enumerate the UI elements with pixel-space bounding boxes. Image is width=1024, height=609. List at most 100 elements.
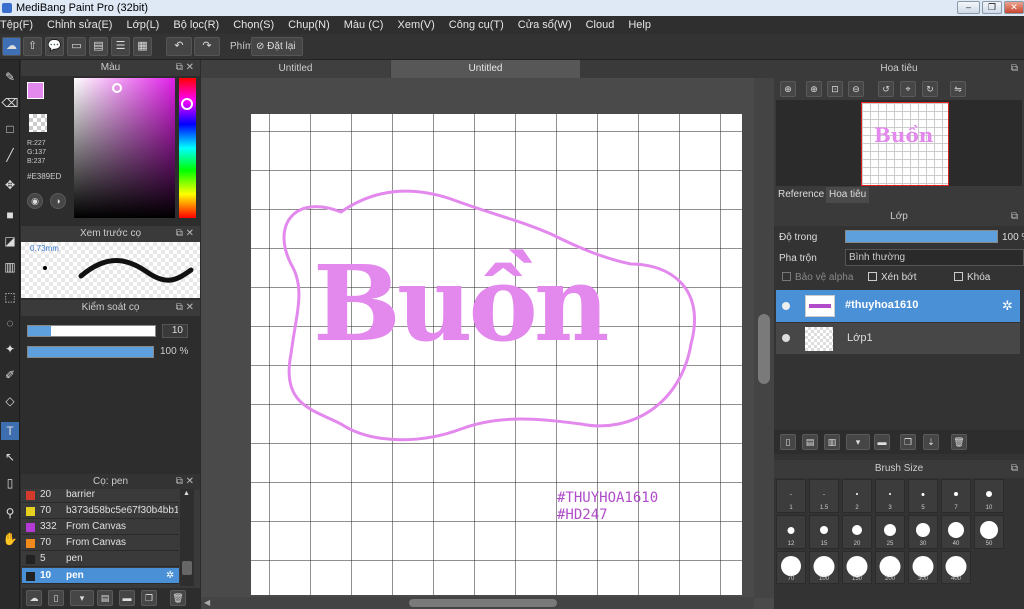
hue-cursor[interactable] xyxy=(181,98,193,110)
select-rect-icon[interactable]: ⬚ xyxy=(1,288,19,306)
undo-icon[interactable]: ↶ xyxy=(166,37,192,56)
pen-tool-icon[interactable]: ✎ xyxy=(1,68,19,86)
fill-rect-icon[interactable]: ■ xyxy=(1,206,19,224)
trash-icon[interactable]: 🗑 xyxy=(951,434,967,450)
zoom-icon[interactable]: ⊕ xyxy=(806,81,822,97)
canvas-vscrollbar[interactable] xyxy=(754,78,774,598)
cloud-icon[interactable]: ☁ xyxy=(2,37,21,56)
brush-size-cell[interactable]: 200 xyxy=(875,551,905,584)
brush-size-cell[interactable]: 1 xyxy=(776,479,806,513)
bucket-tool-icon[interactable]: ◪ xyxy=(1,232,19,250)
eyedropper-icon[interactable]: ⚲ xyxy=(1,504,19,522)
visibility-icon[interactable] xyxy=(782,334,790,342)
brush-size-cell[interactable]: 1.5 xyxy=(809,479,839,513)
operation-tool-icon[interactable]: ↖ xyxy=(1,448,19,466)
reset-button[interactable]: ⊘ Đặt lại xyxy=(251,37,303,56)
protect-alpha-checkbox[interactable] xyxy=(782,272,791,281)
select-pen-icon[interactable]: ✐ xyxy=(1,366,19,384)
duplicate-layer-icon[interactable]: ❐ xyxy=(900,434,916,450)
rotate-left-icon[interactable]: ↺ xyxy=(878,81,894,97)
primary-color-swatch[interactable] xyxy=(27,82,44,99)
brush-size-cell[interactable]: 2 xyxy=(842,479,872,513)
menu-cloud[interactable]: Cloud xyxy=(579,16,622,34)
color-picker-icon[interactable]: ◑ xyxy=(50,193,66,209)
brush-item[interactable]: 70 b373d58bc5e67f30b4bb1 xyxy=(22,503,179,519)
select-eraser-icon[interactable]: ◇ xyxy=(1,392,19,410)
cloud-brush-icon[interactable]: ☁ xyxy=(26,590,42,606)
rect-tool-icon[interactable]: □ xyxy=(1,120,19,138)
brush-item[interactable]: 332 From Canvas xyxy=(22,519,179,535)
brush-size-cell[interactable]: 40 xyxy=(941,515,971,549)
brush-size-cell[interactable]: 15 xyxy=(809,515,839,549)
navigator-thumbnail[interactable]: Buồn xyxy=(861,102,949,186)
duplicate-icon[interactable]: ❐ xyxy=(141,590,157,606)
gear-icon[interactable]: ✲ xyxy=(1002,298,1013,314)
vscroll-thumb[interactable] xyxy=(758,314,770,384)
menu-color[interactable]: Màu (C) xyxy=(337,16,391,34)
menu-filter[interactable]: Bộ lọc(R) xyxy=(166,16,226,34)
brush-size-cell[interactable]: 12 xyxy=(776,515,806,549)
comment-icon[interactable]: 💬 xyxy=(45,37,64,56)
scroll-thumb[interactable] xyxy=(182,561,192,575)
brush-item[interactable]: 70 From Canvas xyxy=(22,535,179,551)
brush-opacity-slider[interactable] xyxy=(27,346,154,358)
new-layer-icon[interactable]: ▯ xyxy=(780,434,796,450)
brush-size-cell[interactable]: 400 xyxy=(941,551,971,584)
close-button[interactable]: ✕ xyxy=(1004,1,1024,14)
brush-size-cell[interactable]: 25 xyxy=(875,515,905,549)
brush-size-cell[interactable]: 10 xyxy=(974,479,1004,513)
blend-mode-select[interactable]: Bình thường xyxy=(845,249,1024,266)
new-halftone-layer-icon[interactable]: ▤ xyxy=(802,434,818,450)
brush-size-cell[interactable]: 100 xyxy=(809,551,839,584)
doc-tab-2[interactable]: Untitled xyxy=(391,60,580,78)
list-icon[interactable]: ☰ xyxy=(111,37,130,56)
text-tool-icon[interactable]: T xyxy=(1,422,19,440)
hue-slider[interactable] xyxy=(179,78,196,218)
menu-edit[interactable]: Chỉnh sửa(E) xyxy=(40,16,119,34)
brush-size-cell[interactable]: 50 xyxy=(974,515,1004,549)
scroll-left-icon[interactable]: ◀ xyxy=(204,598,210,607)
clipping-checkbox[interactable] xyxy=(868,272,877,281)
new-text-layer-icon[interactable]: ▥ xyxy=(824,434,840,450)
gradient-tool-icon[interactable]: ▥ xyxy=(1,258,19,276)
brush-size-cell[interactable]: 30 xyxy=(908,515,938,549)
add-layer-menu-icon[interactable]: ▾ xyxy=(846,434,870,450)
saturation-value-picker[interactable] xyxy=(74,78,175,218)
brush-item[interactable]: 5 pen xyxy=(22,551,179,567)
layer-row-selected[interactable]: #thuyhoa1610 ✲ xyxy=(776,290,1020,322)
menu-view[interactable]: Xem(V) xyxy=(390,16,441,34)
menu-capture[interactable]: Chụp(N) xyxy=(281,16,337,34)
rotate-right-icon[interactable]: ↻ xyxy=(922,81,938,97)
lasso-icon[interactable]: ◌ xyxy=(1,314,19,332)
panel-controls-icon[interactable]: ⧉ ✕ xyxy=(176,60,194,76)
transparent-color-swatch[interactable] xyxy=(29,114,47,132)
reset-view-icon[interactable]: ⌖ xyxy=(900,81,916,97)
folder-icon[interactable]: ▬ xyxy=(874,434,890,450)
menu-layer[interactable]: Lớp(L) xyxy=(119,16,166,34)
panel-controls-icon[interactable]: ⧉ xyxy=(1011,208,1018,226)
minimize-button[interactable]: – xyxy=(957,1,980,14)
brush-size-cell[interactable]: 70 xyxy=(776,551,806,584)
zoom-in-icon[interactable]: ⊕ xyxy=(780,81,796,97)
menu-select[interactable]: Chọn(S) xyxy=(226,16,281,34)
brush-size-cell[interactable]: 300 xyxy=(908,551,938,584)
hand-tool-icon[interactable]: ✋ xyxy=(1,530,19,548)
palette-icon[interactable]: ◉ xyxy=(27,193,43,209)
panel-controls-icon[interactable]: ⧉ ✕ xyxy=(176,226,194,242)
panel-controls-icon[interactable]: ⧉ ✕ xyxy=(176,474,194,490)
doc-tab-1[interactable]: Untitled xyxy=(201,60,390,78)
menu-tools[interactable]: Công cụ(T) xyxy=(442,16,511,34)
eraser-tool-icon[interactable]: ⌫ xyxy=(1,94,19,112)
merge-layer-icon[interactable]: ⇣ xyxy=(923,434,939,450)
new-brush-icon[interactable]: ▯ xyxy=(48,590,64,606)
sv-cursor[interactable] xyxy=(112,83,122,93)
scroll-up-icon[interactable]: ▲ xyxy=(183,490,190,497)
redo-icon[interactable]: ↷ xyxy=(194,37,220,56)
fit-icon[interactable]: ⊡ xyxy=(827,81,843,97)
canvas-hscrollbar[interactable]: ◀ xyxy=(201,597,754,609)
trash-icon[interactable]: 🗑 xyxy=(170,590,186,606)
copy-brush-icon[interactable]: ▤ xyxy=(97,590,113,606)
divide-tool-icon[interactable]: ▯ xyxy=(1,474,19,492)
brush-list-scrollbar[interactable]: ▲ xyxy=(180,489,194,586)
brush-size-cell[interactable]: 7 xyxy=(941,479,971,513)
